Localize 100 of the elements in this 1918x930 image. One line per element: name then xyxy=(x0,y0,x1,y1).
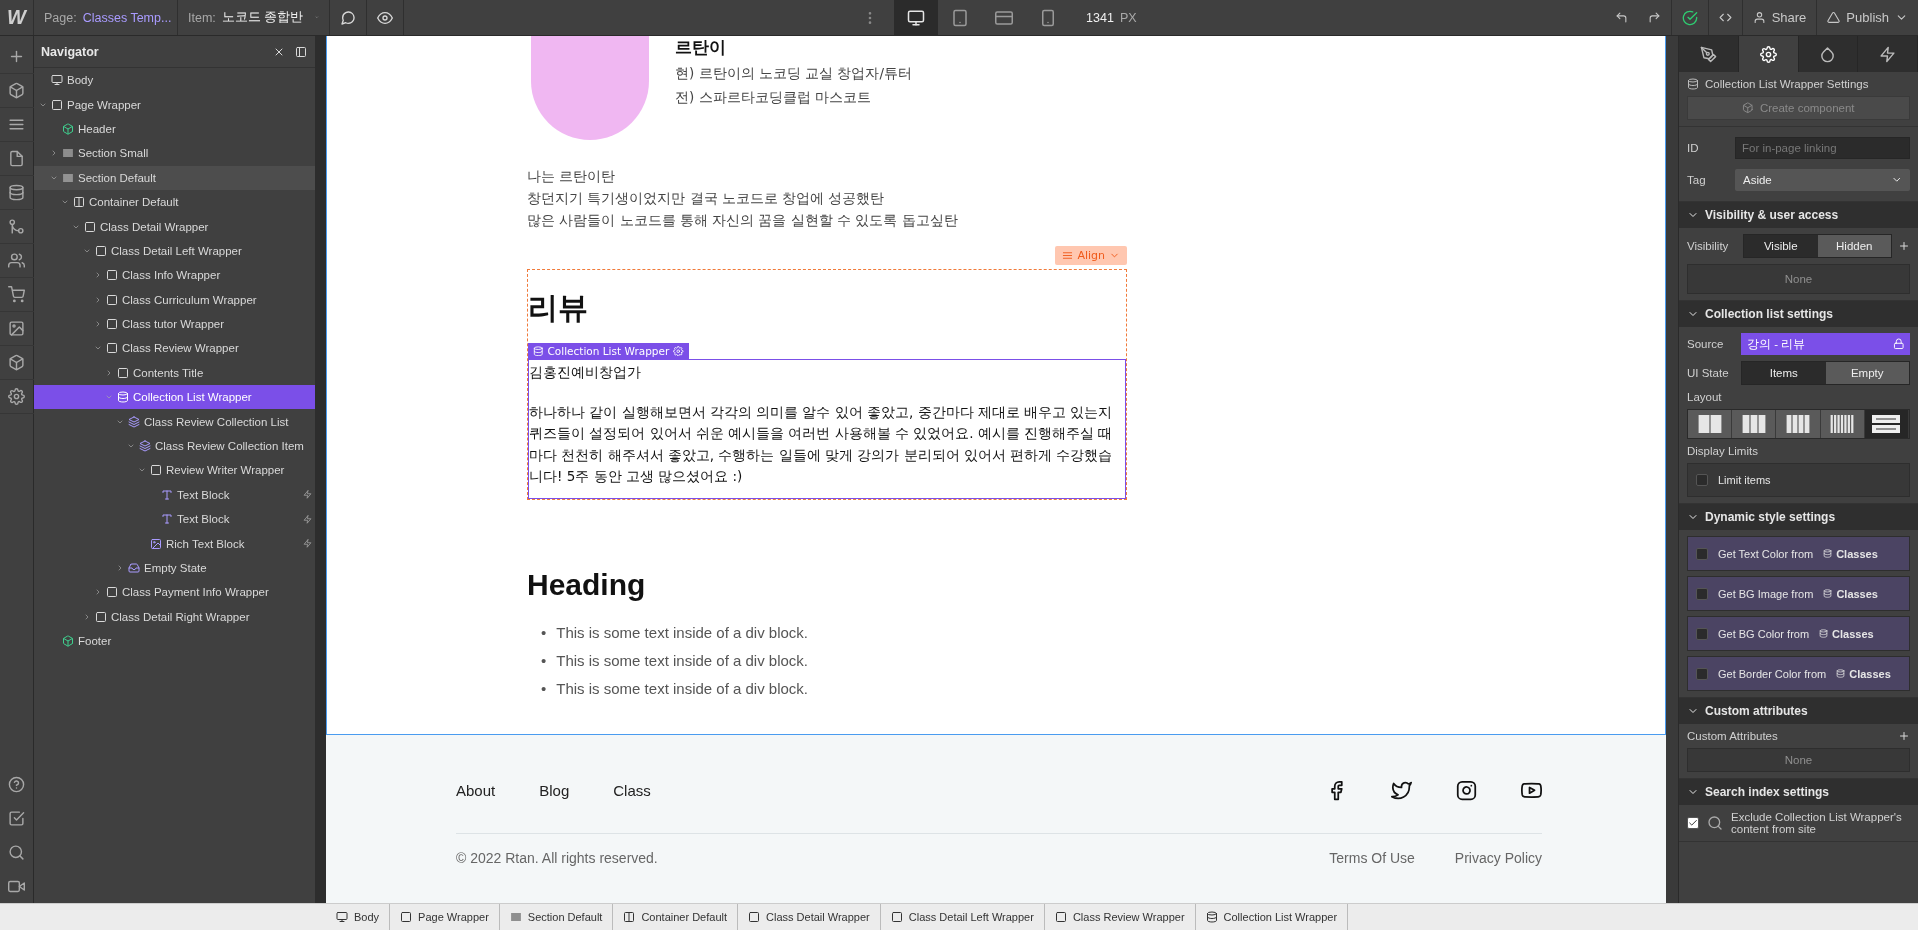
navigator-item[interactable]: Collection List Wrapper xyxy=(34,385,315,410)
panel-tab[interactable] xyxy=(1679,36,1739,72)
breadcrumb-item[interactable]: Collection List Wrapper xyxy=(1195,903,1349,930)
navigator-item[interactable]: Class Detail Wrapper xyxy=(34,214,315,239)
logo: W xyxy=(7,6,26,29)
footer-link[interactable]: About xyxy=(456,782,496,799)
caret-right-icon[interactable] xyxy=(94,588,102,597)
selection-label[interactable]: Collection List Wrapper xyxy=(528,343,689,359)
checkbox[interactable] xyxy=(1696,667,1708,680)
id-field[interactable]: For in-page linking xyxy=(1735,137,1910,159)
layout-option[interactable] xyxy=(1732,410,1777,438)
footer-link[interactable]: Blog xyxy=(539,782,570,799)
section-header[interactable]: Search index settings xyxy=(1679,779,1918,805)
caret-right-icon[interactable] xyxy=(105,368,113,377)
window-icon xyxy=(51,74,63,87)
navigator-item[interactable]: Header xyxy=(34,116,315,142)
breadcrumb-item[interactable]: Page Wrapper xyxy=(390,903,500,930)
layout-option[interactable] xyxy=(1820,410,1865,438)
profile-line: 전) 스파르타코딩클럽 마스코트 xyxy=(675,89,872,107)
breadcrumb-item[interactable]: Container Default xyxy=(613,903,739,930)
toggle-option[interactable]: Hidden xyxy=(1817,235,1891,257)
caret-right-icon[interactable] xyxy=(94,295,102,304)
cube-icon xyxy=(62,635,74,648)
navigator-item[interactable]: Class Review Wrapper xyxy=(34,336,315,361)
navigator-item[interactable]: Body xyxy=(34,68,315,93)
navigator-item[interactable]: Text Block xyxy=(34,507,315,532)
navigator-item[interactable]: Section Small xyxy=(34,141,315,166)
toggle-option[interactable]: Items xyxy=(1742,362,1826,384)
scrollbar[interactable] xyxy=(1666,36,1678,903)
caret-right-icon[interactable] xyxy=(50,149,58,158)
search-icon xyxy=(8,843,25,861)
toggle-option[interactable]: Visible xyxy=(1744,235,1818,257)
navigator-item[interactable]: Container Default xyxy=(34,189,315,215)
breadcrumb-item[interactable]: Body xyxy=(326,903,391,930)
toggle-option[interactable]: Empty xyxy=(1825,362,1909,384)
item-selector[interactable]: 노코드 종합반 xyxy=(221,9,304,26)
section-header[interactable]: Collection list settings xyxy=(1679,301,1918,327)
bullet: • xyxy=(541,679,547,698)
layout-option[interactable] xyxy=(1776,410,1821,438)
navigator-item[interactable]: Footer xyxy=(34,629,315,654)
navigator-item[interactable]: Rich Text Block xyxy=(34,531,315,556)
navigator-item[interactable]: Text Block xyxy=(34,482,315,508)
redo-icon xyxy=(1647,11,1661,24)
section-header[interactable]: Dynamic style settings xyxy=(1679,504,1918,530)
checkbox[interactable] xyxy=(1696,547,1708,560)
columns-layout-icon xyxy=(1741,415,1766,433)
navigator-item[interactable]: Contents Title xyxy=(34,360,315,386)
checkbox[interactable] xyxy=(1696,587,1708,600)
footer-link[interactable]: Terms Of Use xyxy=(1329,850,1415,866)
footer-link[interactable]: Privacy Policy xyxy=(1454,850,1542,866)
breakpoint-button[interactable] xyxy=(894,0,939,35)
social-link[interactable] xyxy=(1391,780,1412,801)
source-select[interactable]: 강의 - 리뷰 xyxy=(1741,333,1910,355)
navigator-item[interactable]: Class Detail Left Wrapper xyxy=(34,238,315,264)
caret-right-icon[interactable] xyxy=(83,612,91,621)
footer-link[interactable]: Class xyxy=(613,782,651,799)
publish-button[interactable]: Publish xyxy=(1816,0,1918,35)
comment-icon[interactable] xyxy=(340,9,356,26)
share-button[interactable]: Share xyxy=(1741,0,1817,35)
navigator-item[interactable]: Class Info Wrapper xyxy=(34,263,315,288)
reviewer-name: 김홍진예비창업가 xyxy=(529,363,642,382)
navigator-item[interactable]: Review Writer Wrapper xyxy=(34,458,315,483)
breadcrumb-item[interactable]: Class Detail Wrapper xyxy=(738,903,881,930)
checkbox[interactable] xyxy=(1696,627,1708,640)
database-icon xyxy=(1205,911,1218,923)
navigator-item[interactable]: Class Review Collection Item xyxy=(34,433,315,459)
navigator-item[interactable]: Class Detail Right Wrapper xyxy=(34,604,315,629)
layout-option[interactable] xyxy=(1688,410,1733,438)
navigator-item[interactable]: Page Wrapper xyxy=(34,92,315,117)
inbox-icon xyxy=(128,562,140,574)
breadcrumb-item[interactable]: Section Default xyxy=(499,903,614,930)
logic-icon xyxy=(8,218,25,235)
navigator-item[interactable]: Class tutor Wrapper xyxy=(34,311,315,337)
navigator-item[interactable]: Section Default xyxy=(34,165,315,190)
page-selector[interactable]: Classes Temp... xyxy=(82,10,172,25)
breadcrumb-item[interactable]: Class Review Wrapper xyxy=(1044,903,1196,930)
square-icon xyxy=(106,318,118,331)
eye-icon[interactable] xyxy=(377,9,393,26)
columns-layout-icon xyxy=(1830,415,1855,433)
navigator-item[interactable]: Class Payment Info Wrapper xyxy=(34,580,315,605)
checkbox[interactable] xyxy=(1687,817,1699,829)
navigator-item[interactable]: Empty State xyxy=(34,555,315,581)
caret-right-icon[interactable] xyxy=(116,564,124,572)
add-icon[interactable] xyxy=(1898,730,1910,742)
social-link[interactable] xyxy=(1456,780,1477,801)
section-header[interactable]: Visibility & user access xyxy=(1679,202,1918,228)
checkbox[interactable] xyxy=(1696,474,1708,486)
layout-option[interactable] xyxy=(1864,410,1909,438)
laptop-icon xyxy=(907,8,926,27)
social-link[interactable] xyxy=(1521,780,1542,801)
breadcrumb-item[interactable]: Class Detail Left Wrapper xyxy=(880,903,1045,930)
navigator-item[interactable]: Class Review Collection List xyxy=(34,409,315,434)
dock-icon[interactable] xyxy=(295,45,307,58)
navigator-item[interactable]: Class Curriculum Wrapper xyxy=(34,287,315,312)
section-header[interactable]: Custom attributes xyxy=(1679,698,1918,724)
list-item: This is some text inside of a div block. xyxy=(556,679,809,698)
add-icon[interactable] xyxy=(1898,240,1910,252)
caret-right-icon[interactable] xyxy=(94,271,102,280)
caret-right-icon[interactable] xyxy=(94,320,102,329)
tag-select[interactable]: Aside xyxy=(1735,169,1910,191)
